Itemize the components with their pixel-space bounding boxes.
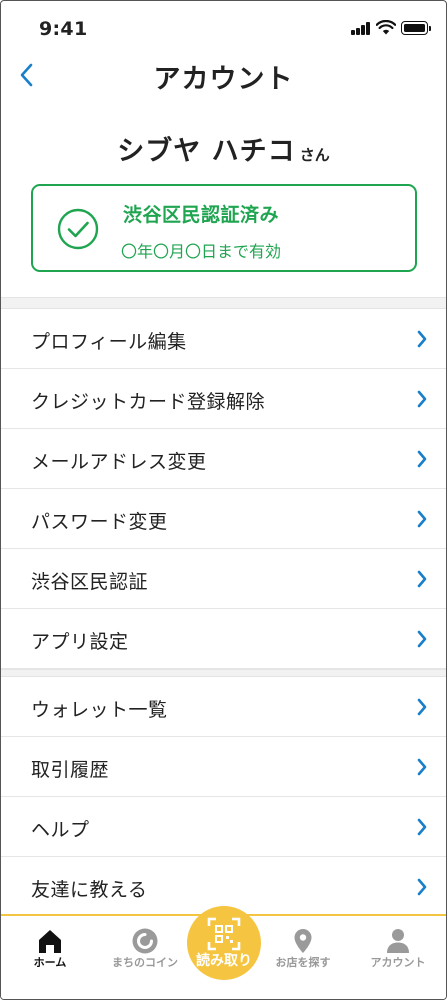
app-screen: 9:41 アカウント シブヤ ハチコ さん 渋谷区民認証済み 〇年〇月〇日まで有…: [0, 0, 447, 1000]
tab-home[interactable]: ホーム: [5, 916, 95, 986]
chevron-right-icon: [417, 390, 427, 408]
scan-label: 読み取り: [196, 953, 252, 969]
chevron-right-icon: [417, 698, 427, 716]
menu-item-profile-edit[interactable]: プロフィール編集: [1, 309, 446, 369]
certification-status: 渋谷区民認証済み: [123, 204, 280, 226]
chevron-right-icon: [417, 758, 427, 776]
tab-account[interactable]: アカウント: [353, 916, 443, 986]
chevron-right-icon: [417, 510, 427, 528]
tab-label: アカウント: [370, 956, 426, 969]
chevron-right-icon: [417, 878, 427, 896]
section-divider: [1, 669, 446, 677]
menu-item-label: ヘルプ: [31, 819, 90, 841]
chevron-right-icon: [417, 330, 427, 348]
certification-card: 渋谷区民認証済み 〇年〇月〇日まで有効: [31, 184, 417, 272]
menu-item-label: パスワード変更: [31, 511, 168, 533]
page-title: アカウント: [153, 64, 294, 95]
menu-item-label: プロフィール編集: [31, 331, 187, 353]
certification-validity: 〇年〇月〇日まで有効: [121, 242, 282, 261]
profile-name: シブヤ ハチコ さん: [1, 129, 446, 168]
user-icon: [387, 929, 409, 953]
menu-item-email-change[interactable]: メールアドレス変更: [1, 429, 446, 489]
check-circle-icon: [57, 208, 99, 250]
menu-item-help[interactable]: ヘルプ: [1, 797, 446, 857]
menu-item-resident-auth[interactable]: 渋谷区民認証: [1, 549, 446, 609]
map-pin-icon: [294, 929, 312, 953]
menu-item-label: 渋谷区民認証: [31, 571, 149, 593]
coin-icon: [132, 928, 158, 954]
user-honorific: さん: [299, 146, 330, 164]
scan-button[interactable]: 読み取り: [187, 906, 261, 980]
menu-item-credit-card[interactable]: クレジットカード登録解除: [1, 369, 446, 429]
menu-item-label: アプリ設定: [31, 631, 129, 653]
chevron-right-icon: [417, 818, 427, 836]
tab-label: お店を探す: [275, 956, 331, 969]
tab-label: ホーム: [33, 956, 67, 969]
home-icon: [39, 930, 61, 953]
user-name: シブヤ ハチコ: [117, 136, 296, 167]
chevron-right-icon: [417, 630, 427, 648]
chevron-right-icon: [417, 570, 427, 588]
chevron-right-icon: [417, 450, 427, 468]
battery-icon: [401, 21, 431, 35]
menu-item-wallet-list[interactable]: ウォレット一覧: [1, 677, 446, 737]
status-time: 9:41: [39, 18, 88, 40]
menu-item-label: ウォレット一覧: [31, 699, 168, 721]
menu-item-label: メールアドレス変更: [31, 451, 207, 473]
menu-item-label: 取引履歴: [31, 759, 110, 781]
tab-bar: ホーム まちのコイン 読み取り お店を探す アカウント: [1, 906, 446, 999]
menu-item-label: クレジットカード登録解除: [31, 391, 266, 413]
menu-item-password-change[interactable]: パスワード変更: [1, 489, 446, 549]
section-divider: [1, 297, 446, 309]
tab-town-coin[interactable]: まちのコイン: [100, 916, 190, 986]
menu-item-transaction-history[interactable]: 取引履歴: [1, 737, 446, 797]
qr-scan-icon: [207, 917, 241, 951]
menu-item-label: 友達に教える: [31, 879, 148, 901]
tab-label: まちのコイン: [112, 956, 178, 969]
status-bar: 9:41: [1, 1, 446, 51]
signal-icon: [351, 22, 371, 35]
nav-bar: アカウント: [1, 49, 446, 103]
menu-item-app-settings[interactable]: アプリ設定: [1, 609, 446, 669]
tab-find-stores[interactable]: お店を探す: [258, 916, 348, 986]
wifi-icon: [376, 20, 396, 35]
